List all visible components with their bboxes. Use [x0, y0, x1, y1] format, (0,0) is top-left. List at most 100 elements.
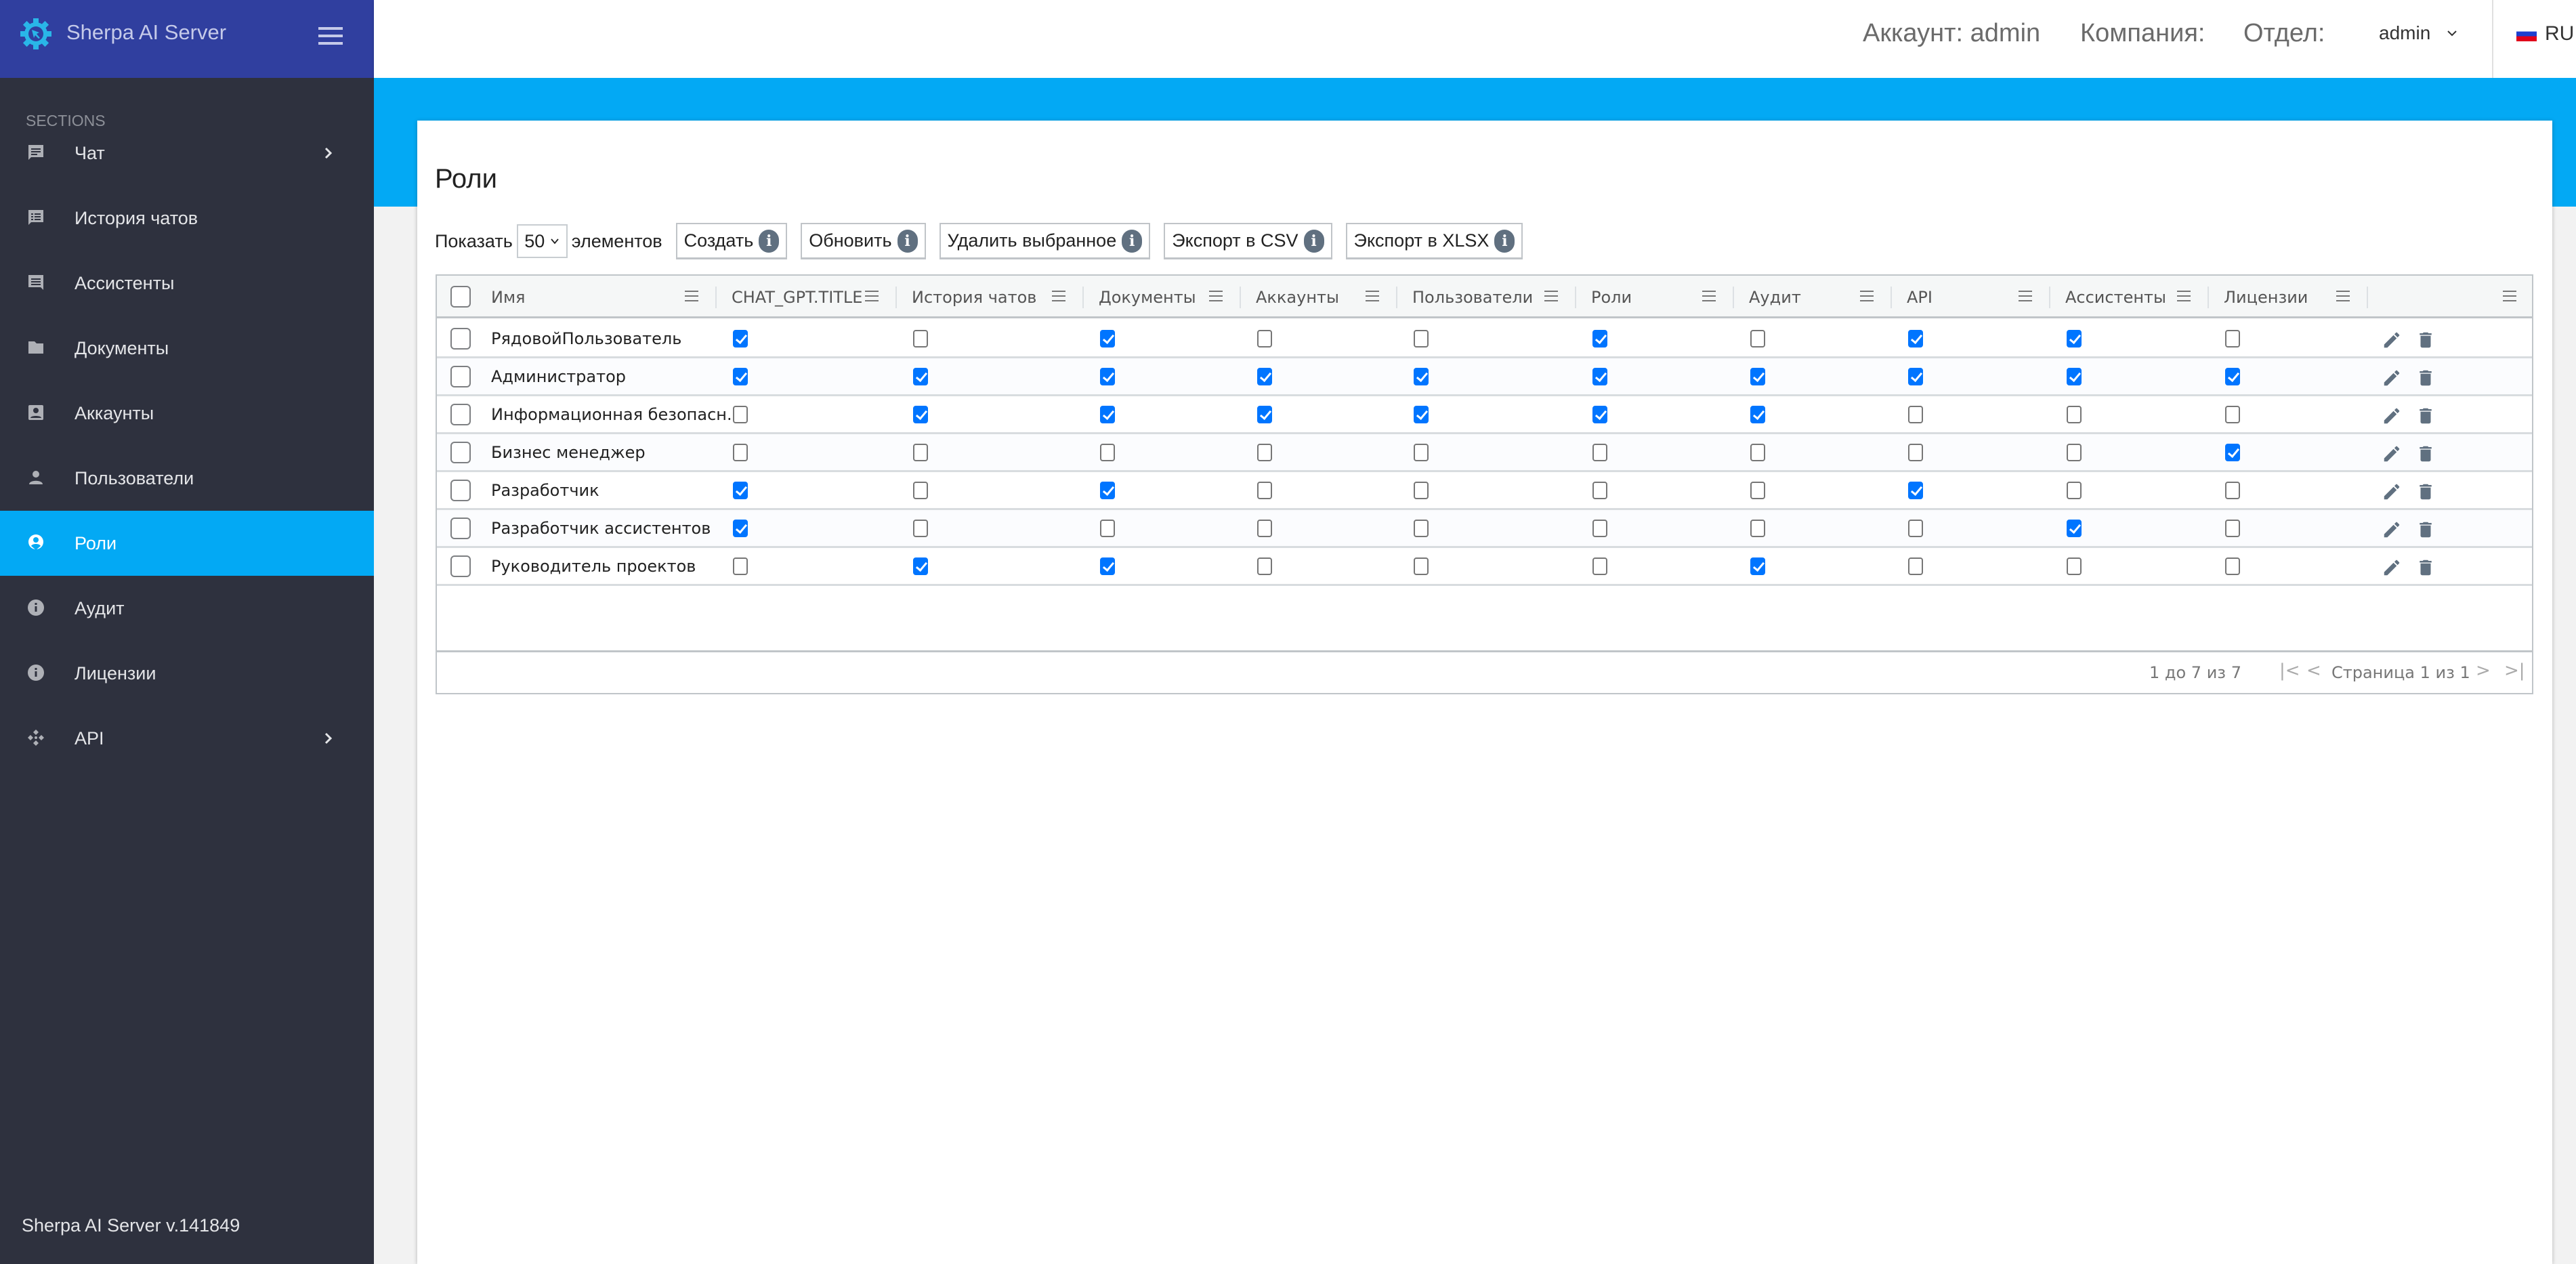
permission-checkbox-Аудит[interactable]: [1750, 519, 1765, 537]
permission-checkbox-Аккаунты[interactable]: [1257, 519, 1272, 537]
permission-checkbox-API[interactable]: [1908, 557, 1923, 575]
permission-checkbox-Пользователи[interactable]: [1414, 329, 1429, 347]
first-page-icon[interactable]: |<: [2279, 660, 2300, 681]
last-page-icon[interactable]: >|: [2504, 660, 2525, 681]
permission-checkbox-Лицензии[interactable]: [2225, 367, 2240, 385]
column-header-9[interactable]: Ассистенты: [2049, 276, 2208, 318]
sidebar-item-7[interactable]: Роли: [0, 511, 374, 576]
sidebar-item-3[interactable]: Ассистенты: [0, 251, 374, 316]
permission-checkbox-Документы[interactable]: [1100, 329, 1115, 347]
table-row[interactable]: Администратор: [437, 358, 2532, 396]
select-all-checkbox[interactable]: [450, 286, 471, 308]
table-row[interactable]: Информационная безопасн...: [437, 396, 2532, 434]
permission-checkbox-Аудит[interactable]: [1750, 481, 1765, 499]
info-icon[interactable]: i: [1303, 229, 1324, 253]
user-dropdown[interactable]: admin: [2379, 22, 2457, 44]
row-select-checkbox[interactable]: [450, 555, 471, 577]
sidebar-item-10[interactable]: API: [0, 706, 374, 771]
permission-checkbox-CHAT_GPT.TITLE[interactable]: [733, 443, 748, 461]
trash-icon[interactable]: [2415, 329, 2436, 352]
create-button[interactable]: Создать i: [675, 223, 788, 259]
column-header-8[interactable]: API: [1891, 276, 2049, 318]
permission-checkbox-Документы[interactable]: [1100, 367, 1115, 385]
permission-checkbox-Пользователи[interactable]: [1414, 405, 1429, 423]
sidebar-item-9[interactable]: Лицензии: [0, 641, 374, 706]
export-csv-button[interactable]: Экспорт в CSV i: [1164, 223, 1332, 259]
edit-icon[interactable]: [2382, 404, 2402, 427]
menu-toggle-icon[interactable]: [318, 27, 343, 45]
sidebar-item-1[interactable]: Чат: [0, 121, 374, 186]
permission-checkbox-Ассистенты[interactable]: [2067, 443, 2082, 461]
row-select-checkbox[interactable]: [450, 365, 471, 387]
column-menu-icon[interactable]: [1544, 291, 1558, 302]
column-menu-icon[interactable]: [685, 291, 698, 302]
permission-checkbox-Документы[interactable]: [1100, 519, 1115, 537]
sidebar-item-5[interactable]: Аккаунты: [0, 381, 374, 446]
permission-checkbox-API[interactable]: [1908, 329, 1923, 347]
table-row[interactable]: РядовойПользователь: [437, 320, 2532, 358]
column-header-3[interactable]: Документы: [1082, 276, 1240, 318]
permission-checkbox-История чатов[interactable]: [913, 443, 928, 461]
permission-checkbox-Документы[interactable]: [1100, 481, 1115, 499]
permission-checkbox-Ассистенты[interactable]: [2067, 557, 2082, 575]
delete-selected-button[interactable]: Удалить выбранное i: [939, 223, 1151, 259]
page-size-select[interactable]: 50: [516, 224, 568, 258]
permission-checkbox-CHAT_GPT.TITLE[interactable]: [733, 329, 748, 347]
next-page-icon[interactable]: >: [2476, 660, 2491, 681]
info-icon[interactable]: i: [759, 229, 780, 253]
permission-checkbox-История чатов[interactable]: [913, 367, 928, 385]
permission-checkbox-Аккаунты[interactable]: [1257, 367, 1272, 385]
permission-checkbox-Роли[interactable]: [1592, 405, 1607, 423]
trash-icon[interactable]: [2415, 366, 2436, 389]
permission-checkbox-API[interactable]: [1908, 405, 1923, 423]
permission-checkbox-API[interactable]: [1908, 481, 1923, 499]
trash-icon[interactable]: [2415, 518, 2436, 541]
permission-checkbox-Лицензии[interactable]: [2225, 443, 2240, 461]
permission-checkbox-CHAT_GPT.TITLE[interactable]: [733, 519, 748, 537]
permission-checkbox-Ассистенты[interactable]: [2067, 481, 2082, 499]
export-xlsx-button[interactable]: Экспорт в XLSX i: [1345, 223, 1523, 259]
permission-checkbox-Роли[interactable]: [1592, 557, 1607, 575]
permission-checkbox-Ассистенты[interactable]: [2067, 405, 2082, 423]
column-menu-icon[interactable]: [1860, 291, 1874, 302]
permission-checkbox-Роли[interactable]: [1592, 367, 1607, 385]
permission-checkbox-Лицензии[interactable]: [2225, 329, 2240, 347]
permission-checkbox-Лицензии[interactable]: [2225, 557, 2240, 575]
prev-page-icon[interactable]: <: [2306, 660, 2321, 681]
edit-icon[interactable]: [2382, 442, 2402, 465]
permission-checkbox-История чатов[interactable]: [913, 481, 928, 499]
row-select-checkbox[interactable]: [450, 327, 471, 350]
permission-checkbox-Аккаунты[interactable]: [1257, 329, 1272, 347]
column-menu-icon[interactable]: [2503, 291, 2516, 302]
permission-checkbox-CHAT_GPT.TITLE[interactable]: [733, 481, 748, 499]
table-row[interactable]: Разработчик ассистентов: [437, 510, 2532, 548]
permission-checkbox-Ассистенты[interactable]: [2067, 329, 2082, 347]
row-select-checkbox[interactable]: [450, 441, 471, 463]
trash-icon[interactable]: [2415, 480, 2436, 503]
permission-checkbox-API[interactable]: [1908, 367, 1923, 385]
row-select-checkbox[interactable]: [450, 479, 471, 501]
permission-checkbox-Пользователи[interactable]: [1414, 443, 1429, 461]
edit-icon[interactable]: [2382, 366, 2402, 389]
sidebar-item-2[interactable]: История чатов: [0, 186, 374, 251]
column-menu-icon[interactable]: [2019, 291, 2032, 302]
permission-checkbox-История чатов[interactable]: [913, 405, 928, 423]
permission-checkbox-Документы[interactable]: [1100, 405, 1115, 423]
table-row[interactable]: Разработчик: [437, 472, 2532, 510]
permission-checkbox-Аудит[interactable]: [1750, 329, 1765, 347]
permission-checkbox-API[interactable]: [1908, 443, 1923, 461]
permission-checkbox-Аккаунты[interactable]: [1257, 405, 1272, 423]
column-menu-icon[interactable]: [2336, 291, 2350, 302]
permission-checkbox-Аудит[interactable]: [1750, 557, 1765, 575]
row-select-checkbox[interactable]: [450, 403, 471, 425]
permission-checkbox-Аккаунты[interactable]: [1257, 557, 1272, 575]
permission-checkbox-CHAT_GPT.TITLE[interactable]: [733, 405, 748, 423]
permission-checkbox-Лицензии[interactable]: [2225, 405, 2240, 423]
column-header-2[interactable]: История чатов: [895, 276, 1082, 318]
language-selector[interactable]: RU: [2516, 22, 2574, 45]
info-icon[interactable]: i: [897, 229, 918, 253]
permission-checkbox-Аудит[interactable]: [1750, 367, 1765, 385]
trash-icon[interactable]: [2415, 404, 2436, 427]
column-header-7[interactable]: Аудит: [1733, 276, 1891, 318]
permission-checkbox-Лицензии[interactable]: [2225, 481, 2240, 499]
